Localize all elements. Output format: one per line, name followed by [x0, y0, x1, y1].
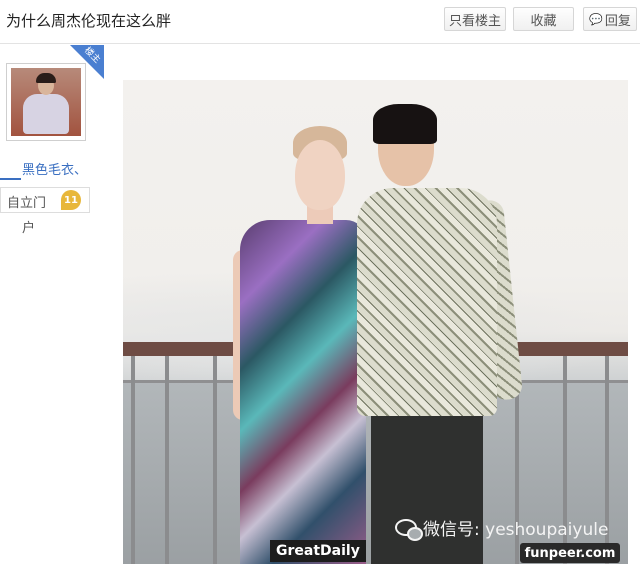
op-badge: 楼主 — [70, 45, 104, 79]
wechat-watermark: 微信号: yeshoupaiyule — [395, 515, 609, 541]
wechat-watermark-text: 微信号: yeshoupaiyule — [423, 520, 609, 540]
level-name-tail: 户 — [22, 221, 36, 236]
greatdaily-watermark: GreatDaily — [270, 540, 366, 562]
reply-button[interactable]: 💬 回复 — [583, 7, 637, 31]
wechat-icon — [395, 519, 423, 541]
funpeer-watermark: funpeer.com — [520, 543, 620, 563]
post-photo[interactable] — [123, 80, 628, 564]
username-underline — [0, 178, 21, 180]
author-sidebar: 楼主 黑色毛衣、 自立门 11 户 — [0, 45, 106, 564]
man-figure — [357, 188, 497, 416]
reply-button-label: 回复 — [604, 13, 631, 29]
only-op-button[interactable]: 只看楼主 — [444, 7, 506, 31]
thread-title: 为什么周杰伦现在这么胖 — [6, 12, 172, 30]
level-badge[interactable]: 自立门 11 — [0, 187, 90, 213]
reply-icon: 💬 — [589, 12, 603, 26]
level-name: 自立门 — [7, 196, 47, 211]
level-number-icon: 11 — [61, 190, 81, 210]
woman-figure — [240, 220, 366, 564]
username-link[interactable]: 黑色毛衣、 — [22, 159, 87, 178]
top-bar: 为什么周杰伦现在这么胖 只看楼主 收藏 💬 回复 — [0, 0, 640, 44]
favorite-button[interactable]: 收藏 — [513, 7, 574, 31]
